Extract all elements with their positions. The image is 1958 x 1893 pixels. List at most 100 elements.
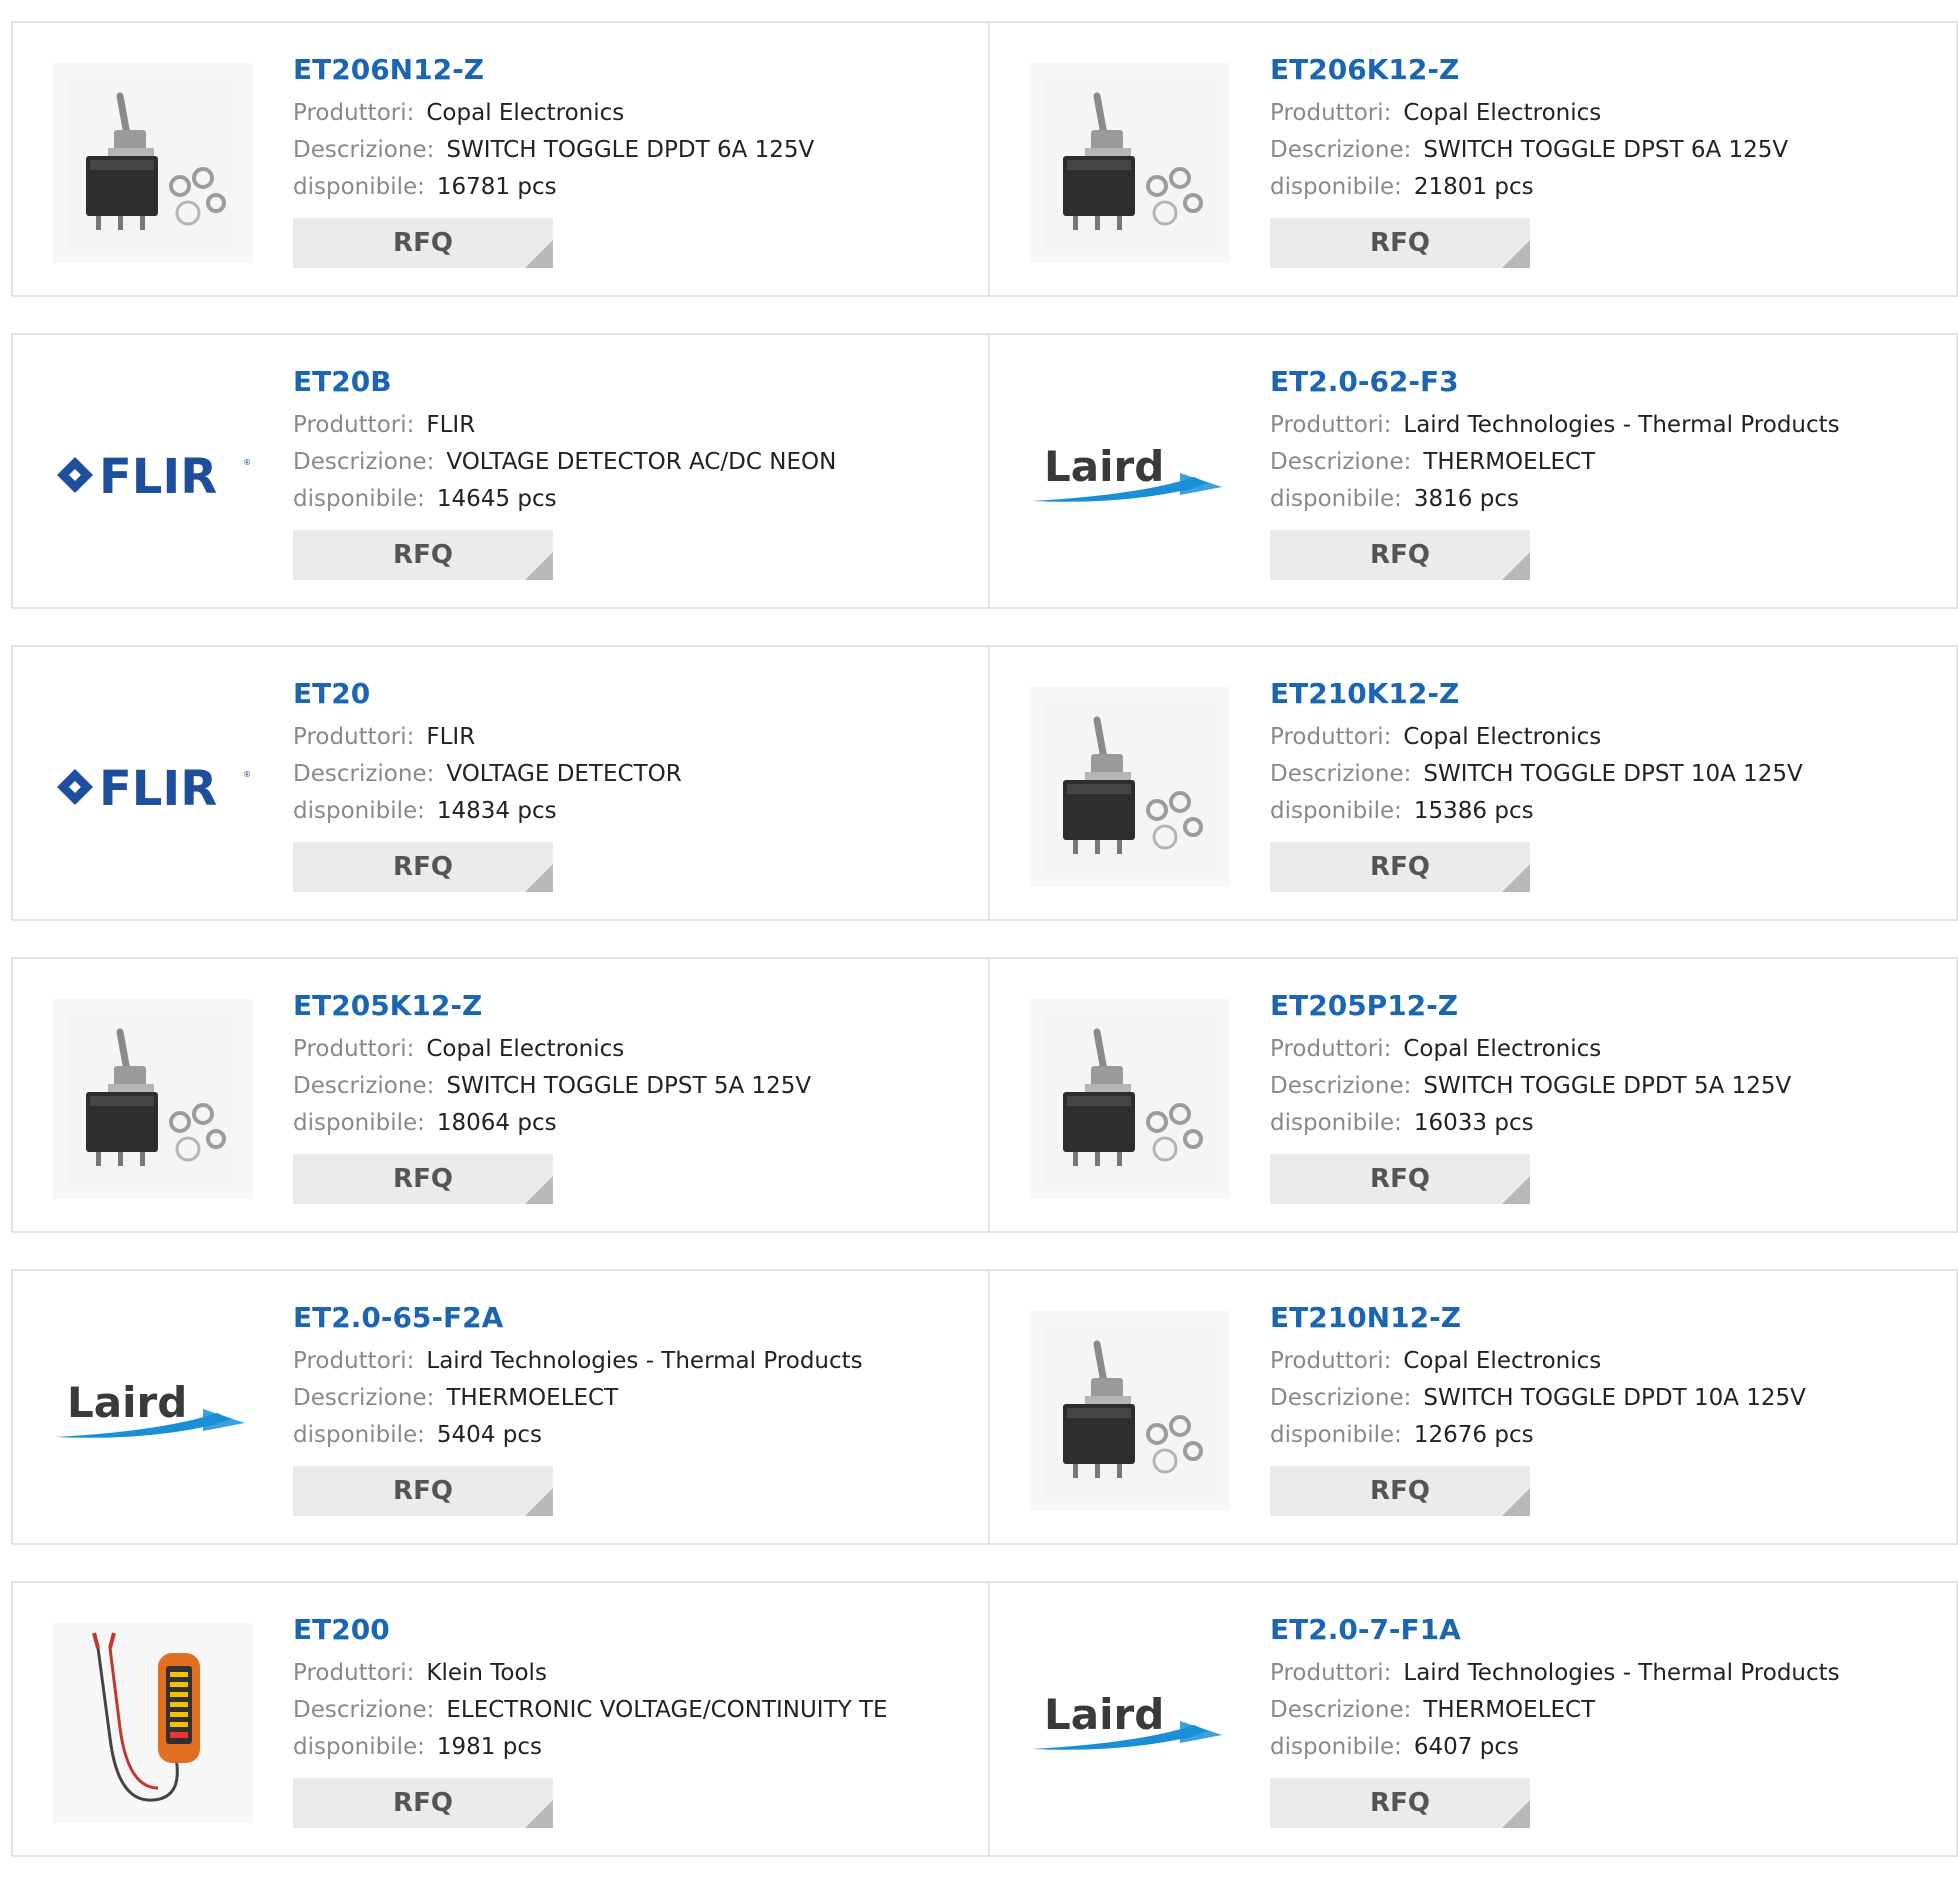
manufacturer-label: Produttori: bbox=[293, 412, 415, 438]
product-image[interactable]: Laird bbox=[1030, 1623, 1230, 1823]
description-value: ELECTRONIC VOLTAGE/CONTINUITY TE bbox=[446, 1697, 888, 1723]
description-label: Descrizione: bbox=[1270, 761, 1412, 787]
description-row: Descrizione: THERMOELECT bbox=[1270, 444, 1946, 481]
manufacturer-value: Laird Technologies - Thermal Products bbox=[1403, 412, 1840, 438]
rfq-button[interactable]: RFQ bbox=[293, 842, 553, 892]
manufacturer-value: Copal Electronics bbox=[1403, 1036, 1602, 1062]
description-row: Descrizione: SWITCH TOGGLE DPST 6A 125V bbox=[1270, 132, 1946, 169]
rfq-button[interactable]: RFQ bbox=[1270, 1154, 1530, 1204]
description-row: Descrizione: THERMOELECT bbox=[1270, 1692, 1946, 1729]
product-image[interactable] bbox=[53, 999, 253, 1199]
manufacturer-value: Copal Electronics bbox=[1403, 1348, 1602, 1374]
manufacturer-value: FLIR bbox=[426, 724, 476, 750]
availability-row: disponibile: 18064 pcs bbox=[293, 1105, 978, 1142]
product-image[interactable]: Laird bbox=[53, 1311, 253, 1511]
product-info: ET2.0-65-F2A Produttori: Laird Technologi… bbox=[293, 1299, 978, 1516]
rfq-button[interactable]: RFQ bbox=[1270, 1466, 1530, 1516]
part-number-link[interactable]: ET2.0-62-F3 bbox=[1270, 363, 1459, 401]
product-info: ET2.0-62-F3 Produttori: Laird Technologie… bbox=[1270, 363, 1946, 580]
description-value: SWITCH TOGGLE DPST 10A 125V bbox=[1423, 761, 1803, 787]
part-number-link[interactable]: ET20 bbox=[293, 675, 370, 713]
rfq-button[interactable]: RFQ bbox=[1270, 530, 1530, 580]
laird-logo: Laird bbox=[1032, 1690, 1222, 1750]
rfq-button[interactable]: RFQ bbox=[1270, 218, 1530, 268]
product-card: ET206N12-Z Produttori: Copal Electronics … bbox=[11, 21, 990, 297]
description-value: THERMOELECT bbox=[1423, 449, 1596, 475]
manufacturer-label: Produttori: bbox=[1270, 412, 1392, 438]
part-number-link[interactable]: ET206K12-Z bbox=[1270, 51, 1459, 89]
availability-label: disponibile: bbox=[1270, 1110, 1402, 1136]
description-label: Descrizione: bbox=[293, 1385, 435, 1411]
manufacturer-label: Produttori: bbox=[293, 1036, 415, 1062]
availability-value: 1981 pcs bbox=[436, 1734, 542, 1760]
product-image[interactable] bbox=[1030, 687, 1230, 887]
svg-text:FLIR: FLIR bbox=[99, 761, 217, 817]
manufacturer-row: Produttori: Laird Technologies - Thermal … bbox=[1270, 407, 1946, 444]
product-card: ET206K12-Z Produttori: Copal Electronics … bbox=[990, 21, 1958, 297]
manufacturer-row: Produttori: Copal Electronics bbox=[1270, 1031, 1946, 1068]
description-label: Descrizione: bbox=[1270, 1385, 1412, 1411]
availability-label: disponibile: bbox=[1270, 798, 1402, 824]
toggle-switch-image bbox=[68, 78, 238, 248]
product-image[interactable] bbox=[1030, 999, 1230, 1199]
availability-row: disponibile: 16781 pcs bbox=[293, 169, 978, 206]
product-card: Laird ET2.0-65-F2A Produttori: Laird Tech… bbox=[11, 1269, 990, 1545]
availability-label: disponibile: bbox=[293, 798, 425, 824]
manufacturer-row: Produttori: Copal Electronics bbox=[293, 95, 978, 132]
part-number-link[interactable]: ET20B bbox=[293, 363, 392, 401]
availability-label: disponibile: bbox=[293, 1734, 425, 1760]
part-number-link[interactable]: ET2.0-7-F1A bbox=[1270, 1611, 1461, 1649]
product-row: ET200 Produttori: Klein Tools Descrizione… bbox=[11, 1581, 1958, 1857]
product-card: FLIR ® ET20B Produttori: FLIR Descrizione… bbox=[11, 333, 990, 609]
availability-value: 5404 pcs bbox=[436, 1422, 542, 1448]
availability-row: disponibile: 5404 pcs bbox=[293, 1417, 978, 1454]
product-image[interactable]: FLIR ® bbox=[53, 687, 253, 887]
product-card: ET210N12-Z Produttori: Copal Electronics … bbox=[990, 1269, 1958, 1545]
availability-value: 18064 pcs bbox=[436, 1110, 557, 1136]
availability-row: disponibile: 14834 pcs bbox=[293, 793, 978, 830]
rfq-button[interactable]: RFQ bbox=[293, 218, 553, 268]
product-image[interactable]: Laird bbox=[1030, 375, 1230, 575]
manufacturer-label: Produttori: bbox=[1270, 1348, 1392, 1374]
product-image[interactable]: FLIR ® bbox=[53, 375, 253, 575]
product-info: ET205P12-Z Produttori: Copal Electronics … bbox=[1270, 987, 1946, 1204]
rfq-button[interactable]: RFQ bbox=[293, 1466, 553, 1516]
rfq-button[interactable]: RFQ bbox=[1270, 842, 1530, 892]
description-label: Descrizione: bbox=[1270, 1073, 1412, 1099]
availability-value: 16781 pcs bbox=[436, 174, 557, 200]
product-info: ET2.0-7-F1A Produttori: Laird Technologie… bbox=[1270, 1611, 1946, 1828]
manufacturer-value: Klein Tools bbox=[426, 1660, 547, 1686]
part-number-link[interactable]: ET210N12-Z bbox=[1270, 1299, 1461, 1337]
product-image[interactable] bbox=[53, 1623, 253, 1823]
availability-label: disponibile: bbox=[293, 486, 425, 512]
product-info: ET210N12-Z Produttori: Copal Electronics … bbox=[1270, 1299, 1946, 1516]
description-value: THERMOELECT bbox=[446, 1385, 619, 1411]
rfq-button[interactable]: RFQ bbox=[293, 530, 553, 580]
part-number-link[interactable]: ET205K12-Z bbox=[293, 987, 482, 1025]
product-info: ET200 Produttori: Klein Tools Descrizione… bbox=[293, 1611, 978, 1828]
manufacturer-row: Produttori: Copal Electronics bbox=[1270, 1343, 1946, 1380]
availability-value: 3816 pcs bbox=[1413, 486, 1519, 512]
description-value: VOLTAGE DETECTOR AC/DC NEON bbox=[446, 449, 837, 475]
product-card: ET210K12-Z Produttori: Copal Electronics … bbox=[990, 645, 1958, 921]
product-info: ET206K12-Z Produttori: Copal Electronics … bbox=[1270, 51, 1946, 268]
manufacturer-label: Produttori: bbox=[1270, 724, 1392, 750]
manufacturer-value: Laird Technologies - Thermal Products bbox=[1403, 1660, 1840, 1686]
product-image[interactable] bbox=[53, 63, 253, 263]
part-number-link[interactable]: ET2.0-65-F2A bbox=[293, 1299, 503, 1337]
part-number-link[interactable]: ET206N12-Z bbox=[293, 51, 484, 89]
svg-text:®: ® bbox=[243, 770, 251, 779]
rfq-button[interactable]: RFQ bbox=[293, 1154, 553, 1204]
rfq-button[interactable]: RFQ bbox=[1270, 1778, 1530, 1828]
product-row: FLIR ® ET20B Produttori: FLIR Descrizione… bbox=[11, 333, 1958, 609]
part-number-link[interactable]: ET205P12-Z bbox=[1270, 987, 1458, 1025]
product-row: FLIR ® ET20 Produttori: FLIR Descrizione:… bbox=[11, 645, 1958, 921]
manufacturer-row: Produttori: FLIR bbox=[293, 719, 978, 756]
product-image[interactable] bbox=[1030, 63, 1230, 263]
toggle-switch-image bbox=[68, 1014, 238, 1184]
product-info: ET210K12-Z Produttori: Copal Electronics … bbox=[1270, 675, 1946, 892]
part-number-link[interactable]: ET210K12-Z bbox=[1270, 675, 1459, 713]
rfq-button[interactable]: RFQ bbox=[293, 1778, 553, 1828]
part-number-link[interactable]: ET200 bbox=[293, 1611, 390, 1649]
product-image[interactable] bbox=[1030, 1311, 1230, 1511]
